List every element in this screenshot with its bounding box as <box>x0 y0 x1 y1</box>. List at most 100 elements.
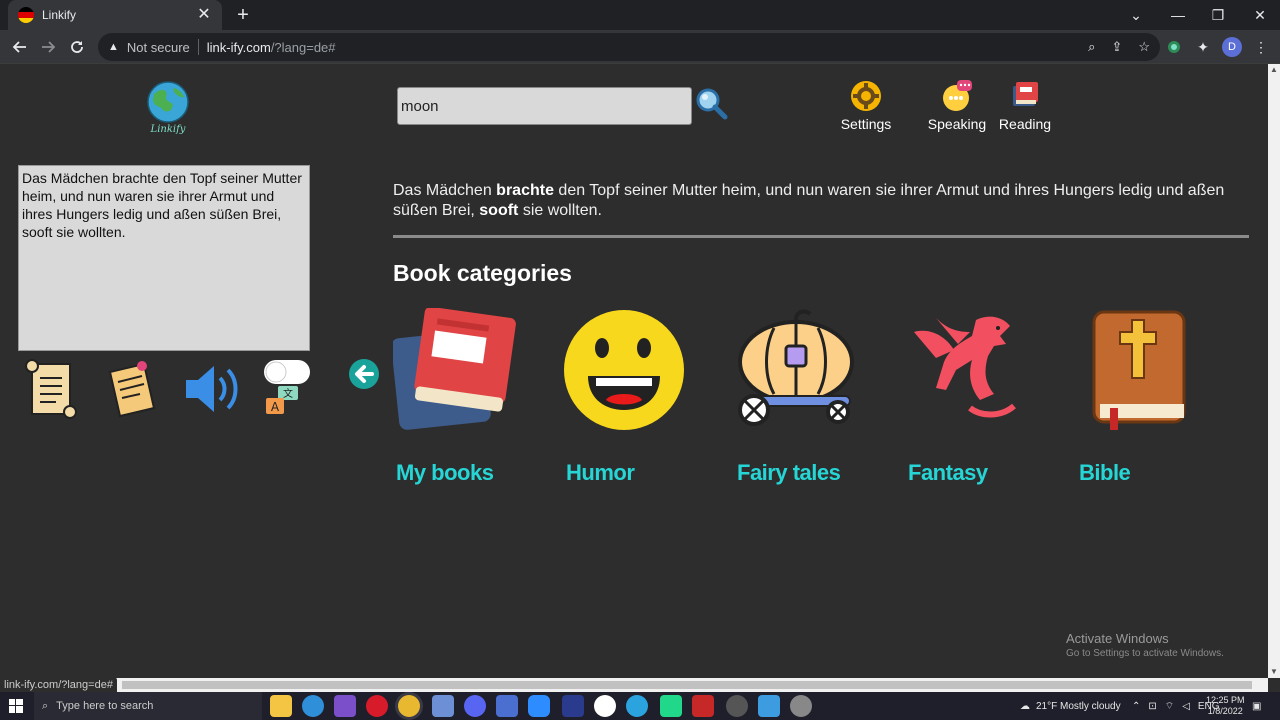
dragon-icon <box>914 316 1016 418</box>
file-explorer-icon[interactable] <box>270 695 292 717</box>
vertical-scrollbar[interactable]: ▲ ▼ <box>1268 64 1280 678</box>
category-label-my-books[interactable]: My books <box>396 460 494 486</box>
back-arrow-button[interactable] <box>348 358 380 390</box>
app-icon[interactable] <box>790 695 812 717</box>
filezilla-icon[interactable] <box>692 695 714 717</box>
speaking-nav[interactable]: Speaking <box>922 80 992 132</box>
puzzle-extensions-icon[interactable]: ✦ <box>1191 35 1215 59</box>
extension-icon[interactable] <box>1162 35 1186 59</box>
profile-avatar[interactable]: D <box>1220 35 1244 59</box>
pumpkin-carriage-icon <box>738 309 854 426</box>
discord-icon[interactable] <box>464 695 486 717</box>
teams-icon[interactable] <box>496 695 518 717</box>
edge-icon[interactable] <box>302 695 324 717</box>
notifications-icon[interactable]: ▣ <box>1252 692 1261 720</box>
clock[interactable]: 12:25 PM 1/8/2022 <box>1206 692 1245 720</box>
reading-label: Reading <box>998 116 1052 132</box>
weather-text: 21°F Mostly cloudy <box>1036 700 1121 712</box>
magnifier-icon <box>696 88 728 120</box>
share-icon[interactable]: ⇪ <box>1111 39 1122 55</box>
visual-studio-icon[interactable] <box>334 695 356 717</box>
date: 1/8/2022 <box>1207 706 1243 716</box>
speaker-button[interactable] <box>182 358 240 420</box>
app-icon[interactable] <box>562 695 584 717</box>
network-icon[interactable]: ⊡ <box>1148 701 1156 712</box>
categories-heading: Book categories <box>393 260 572 286</box>
pycharm-icon[interactable] <box>660 695 682 717</box>
category-label-bible[interactable]: Bible <box>1079 460 1131 486</box>
maximize-button[interactable]: ❐ <box>1198 0 1238 30</box>
activate-windows-title: Activate Windows <box>1066 631 1169 646</box>
highlighted-word[interactable]: brachte <box>496 182 554 199</box>
chrome-icon[interactable] <box>398 695 420 717</box>
logo-text: Linkify <box>150 124 186 135</box>
menu-kebab-icon[interactable]: ⋮ <box>1249 35 1273 59</box>
taskbar-search-placeholder: Type here to search <box>56 700 154 712</box>
globe-icon <box>147 81 189 123</box>
activate-windows-subtitle: Go to Settings to activate Windows. <box>1066 648 1224 659</box>
address-bar[interactable]: ▲ Not secure link-ify.com/?lang=de# ⌕ ⇪ … <box>98 33 1160 61</box>
reading-nav[interactable]: Reading <box>990 80 1060 132</box>
tab-close-icon[interactable]: ✕ <box>196 7 212 23</box>
telegram-icon[interactable] <box>626 695 648 717</box>
settings-nav[interactable]: Settings <box>831 80 901 132</box>
app-icon[interactable] <box>726 695 748 717</box>
chevron-up-icon[interactable]: ⌃ <box>1132 701 1140 712</box>
cloud-icon: ☁ <box>1020 700 1030 712</box>
book-icon <box>1009 80 1041 112</box>
start-button[interactable] <box>0 692 32 720</box>
scroll-thumb[interactable] <box>122 681 1252 689</box>
search-button[interactable] <box>694 86 730 122</box>
taskbar: ⌕ Type here to search ☁ 21°F Mostly clou… <box>0 692 1280 720</box>
reload-button[interactable] <box>65 35 89 59</box>
translate-button[interactable]: 文 A <box>260 358 318 420</box>
app-icon[interactable] <box>758 695 780 717</box>
arrow-left-icon <box>349 359 379 389</box>
horizontal-scrollbar[interactable] <box>0 678 1268 692</box>
windows-logo-icon <box>9 699 23 713</box>
url-path: /?lang=de# <box>270 39 336 55</box>
tab-search-chevron-icon[interactable]: ⌄ <box>1116 0 1156 30</box>
weather-widget[interactable]: ☁ 21°F Mostly cloudy <box>1020 692 1121 720</box>
app-icon[interactable] <box>594 695 616 717</box>
time: 12:25 PM <box>1206 695 1245 705</box>
back-button[interactable] <box>8 35 32 59</box>
gear-icon <box>850 80 882 112</box>
bookmark-star-icon[interactable]: ☆ <box>1138 39 1150 55</box>
taskbar-search[interactable]: ⌕ Type here to search <box>34 692 262 720</box>
speaking-label: Speaking <box>927 116 987 132</box>
wifi-icon[interactable]: ⌔ <box>1165 700 1174 713</box>
new-tab-button[interactable]: + <box>232 4 254 26</box>
svg-text:文: 文 <box>283 387 293 400</box>
search-input[interactable] <box>397 87 692 125</box>
speaker-icon <box>186 366 238 412</box>
category-label-fairy-tales[interactable]: Fairy tales <box>737 460 841 486</box>
category-label-fantasy[interactable]: Fantasy <box>908 460 988 486</box>
zoom-icon[interactable]: ⌕ <box>1088 39 1095 55</box>
browser-tab[interactable]: Linkify ✕ <box>8 0 222 30</box>
browser-toolbar: ▲ Not secure link-ify.com/?lang=de# ⌕ ⇪ … <box>0 30 1280 64</box>
german-flag-icon <box>18 7 34 23</box>
tab-title: Linkify <box>42 8 77 22</box>
close-window-button[interactable]: ✕ <box>1240 0 1280 30</box>
category-label-humor[interactable]: Humor <box>566 460 635 486</box>
note-button[interactable] <box>102 358 160 420</box>
speech-bubble-icon <box>941 80 973 112</box>
note-icon <box>108 361 156 418</box>
forward-button[interactable] <box>36 35 60 59</box>
sentence-display: Das Mädchen brachte den Topf seiner Mutt… <box>393 181 1243 221</box>
logo[interactable]: Linkify <box>144 80 192 138</box>
highlighted-word[interactable]: sooft <box>479 202 518 219</box>
volume-icon[interactable]: ◁ <box>1182 701 1190 712</box>
opera-icon[interactable] <box>366 695 388 717</box>
text-input-area[interactable]: Das Mädchen brachte den Topf seiner Mutt… <box>18 165 310 351</box>
books-icon <box>393 308 516 430</box>
zoom-icon[interactable] <box>528 695 550 717</box>
scroll-button[interactable] <box>22 358 80 420</box>
smiley-icon <box>564 310 684 430</box>
minimize-button[interactable]: — <box>1158 0 1198 30</box>
scroll-down-icon[interactable]: ▼ <box>1268 666 1280 678</box>
translate-icon: 文 A <box>264 360 310 414</box>
app-icon[interactable] <box>432 695 454 717</box>
scroll-up-icon[interactable]: ▲ <box>1268 64 1280 76</box>
